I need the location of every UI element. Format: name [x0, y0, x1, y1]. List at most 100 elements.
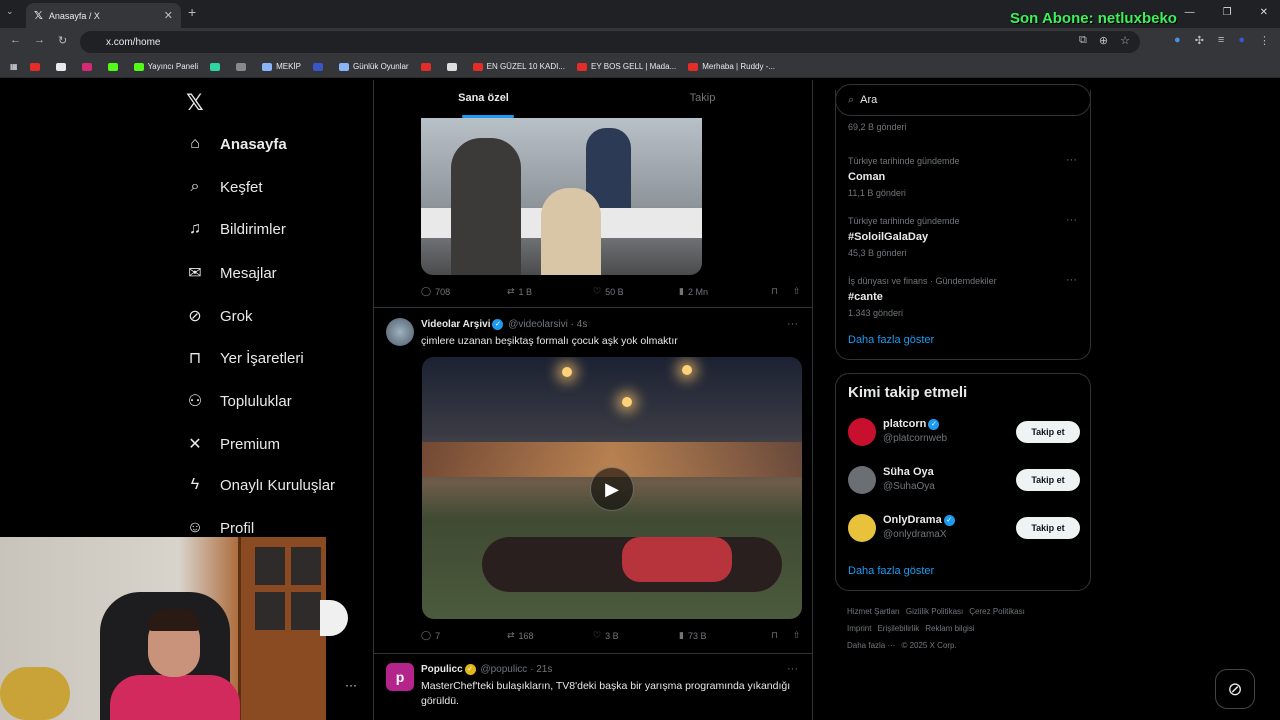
footer-link[interactable]: Hizmet Şartları — [847, 607, 900, 616]
footer-link[interactable]: Erişilebilirlik — [877, 624, 919, 633]
like-button[interactable]: ♡ 3 B — [593, 630, 679, 641]
bookmark-item[interactable] — [55, 62, 70, 71]
bookmark-item[interactable] — [313, 62, 327, 71]
bookmark-icon[interactable]: ⊓ — [771, 630, 793, 641]
back-icon[interactable]: ← — [10, 34, 21, 46]
avatar[interactable] — [386, 318, 414, 346]
bookmark-item[interactable]: EY BOS GELL | Mada... — [577, 62, 676, 71]
follow-suggestion[interactable]: platcorn ✓ @platcornweb Takip et — [848, 418, 1080, 448]
tab-following[interactable]: Takip — [593, 80, 812, 118]
footer-link[interactable]: Gizlilik Politikası — [906, 607, 963, 616]
footer-link[interactable]: Çerez Politikası — [969, 607, 1025, 616]
suggestion-name[interactable]: OnlyDrama ✓ — [883, 514, 957, 526]
nav-item-lightning[interactable]: ϟ Onaylı Kuruluşlar — [186, 476, 335, 494]
apps-icon[interactable]: ▦ — [10, 62, 18, 71]
more-options-icon[interactable]: ··· — [787, 318, 798, 330]
minimize-icon[interactable]: — — [1185, 7, 1195, 18]
cast-icon[interactable]: ⧉ — [1079, 34, 1087, 47]
footer-link[interactable]: Daha fazla ··· — [847, 641, 895, 650]
nav-item-mail[interactable]: ✉ Mesajlar — [186, 263, 276, 283]
reload-icon[interactable]: ↻ — [58, 34, 67, 47]
menu-icon[interactable]: ⋮ — [1259, 34, 1270, 47]
bookmark-item[interactable] — [29, 62, 44, 71]
bookmark-item[interactable]: EN GÜZEL 10 KADI... — [472, 62, 565, 71]
tweet-video[interactable]: ▶ — [422, 357, 802, 619]
avatar[interactable] — [848, 466, 876, 494]
close-tab-icon[interactable]: ✕ — [164, 9, 173, 22]
extension-blue-icon[interactable]: ● — [1174, 34, 1181, 47]
tab-for-you[interactable]: Sana özel — [374, 80, 593, 118]
nav-item-grok[interactable]: ⊘ Grok — [186, 306, 252, 326]
views-button[interactable]: ▮ 73 B — [679, 630, 771, 641]
bookmark-item[interactable]: Yayıncı Paneli — [133, 62, 198, 71]
browser-tab[interactable]: 𝕏 Anasayfa / X ✕ — [26, 3, 181, 28]
avatar[interactable] — [848, 514, 876, 542]
reply-button[interactable]: ◯ 7 — [421, 630, 507, 641]
author-handle[interactable]: @populicc — [480, 664, 527, 675]
retweet-button[interactable]: ⇄ 1 B — [507, 286, 593, 297]
address-bar[interactable]: x.com/home — [80, 31, 1140, 53]
bookmark-item[interactable] — [107, 62, 122, 71]
nav-item-profile[interactable]: ☺ Profil — [186, 519, 254, 537]
suggestion-name[interactable]: Süha Oya — [883, 466, 934, 478]
share-icon[interactable]: ⇧ — [793, 286, 801, 297]
tweet-image[interactable] — [421, 118, 702, 275]
show-more-link[interactable]: Daha fazla göster — [848, 565, 934, 577]
puzzle-icon[interactable]: ✣ — [1195, 34, 1204, 47]
trend-name[interactable]: #SoloilGalaDay — [848, 231, 928, 243]
forward-icon[interactable]: → — [34, 34, 45, 46]
nav-item-bell[interactable]: ♫ Bildirimler — [186, 220, 286, 238]
bookmark-icon[interactable]: ⊓ — [771, 286, 793, 297]
avatar[interactable]: p — [386, 663, 414, 691]
bookmark-item[interactable] — [210, 62, 224, 71]
nav-item-x-premium[interactable]: ✕ Premium — [186, 434, 280, 454]
author-handle[interactable]: @videolarsivi — [508, 319, 568, 330]
trend-more-icon[interactable]: ··· — [1066, 274, 1077, 286]
follow-button[interactable]: Takip et — [1016, 517, 1080, 539]
retweet-button[interactable]: ⇄ 168 — [507, 630, 593, 641]
bookmark-item[interactable] — [81, 62, 96, 71]
share-icon[interactable]: ⇧ — [793, 630, 801, 641]
nav-item-search[interactable]: ⌕ Keşfet — [186, 178, 263, 196]
more-options-icon[interactable]: ··· — [787, 663, 798, 675]
footer-link[interactable]: © 2025 X Corp. — [901, 641, 956, 650]
avatar[interactable] — [848, 418, 876, 446]
reply-button[interactable]: ◯ 708 — [421, 286, 507, 297]
follow-button[interactable]: Takip et — [1016, 421, 1080, 443]
bookmark-item[interactable]: Merhaba | Ruddy -... — [688, 62, 775, 71]
media-icon[interactable]: ≡ — [1218, 34, 1224, 47]
play-icon[interactable]: ▶ — [590, 467, 634, 511]
new-tab-icon[interactable]: + — [188, 4, 196, 20]
profile-avatar-icon[interactable]: ● — [1238, 34, 1245, 47]
views-button[interactable]: ▮ 2 Mn — [679, 286, 771, 297]
restore-icon[interactable]: ❐ — [1223, 7, 1232, 18]
account-more-icon[interactable]: ··· — [345, 678, 357, 692]
nav-item-bookmark[interactable]: ⊓ Yer İşaretleri — [186, 348, 304, 368]
bookmark-item[interactable] — [420, 62, 435, 71]
trend-name[interactable]: Coman — [848, 171, 885, 183]
bookmark-item[interactable] — [446, 62, 461, 71]
trend-name[interactable]: #cante — [848, 291, 883, 303]
tab-search-icon[interactable]: ⌄ — [6, 6, 14, 17]
search-input[interactable]: ⌕ Ara — [835, 84, 1091, 116]
close-window-icon[interactable]: ✕ — [1260, 7, 1268, 18]
bookmark-item[interactable]: Günlük Oyunlar — [339, 62, 409, 71]
bookmark-item[interactable]: MEKİP — [262, 62, 301, 71]
follow-button[interactable]: Takip et — [1016, 469, 1080, 491]
follow-suggestion[interactable]: Süha Oya @SuhaOya Takip et — [848, 466, 1080, 496]
trend-more-icon[interactable]: ··· — [1066, 154, 1077, 166]
footer-link[interactable]: Imprint — [847, 624, 871, 633]
trend-more-icon[interactable]: ··· — [1066, 214, 1077, 226]
grok-floating-icon[interactable]: ⊘ — [1215, 669, 1255, 709]
zoom-icon[interactable]: ⊕ — [1099, 34, 1108, 47]
footer-link[interactable]: Reklam bilgisi — [925, 624, 974, 633]
x-logo-icon[interactable]: 𝕏 — [186, 90, 204, 116]
author-name[interactable]: Videolar Arşivi — [421, 319, 490, 330]
star-icon[interactable]: ☆ — [1120, 34, 1130, 47]
nav-item-home[interactable]: ⌂ Anasayfa — [186, 135, 287, 153]
follow-suggestion[interactable]: OnlyDrama ✓ @onlydramaX Takip et — [848, 514, 1080, 544]
bookmark-item[interactable] — [236, 62, 250, 71]
show-more-link[interactable]: Daha fazla göster — [848, 334, 934, 346]
like-button[interactable]: ♡ 50 B — [593, 286, 679, 297]
nav-item-communities[interactable]: ⚇ Topluluklar — [186, 391, 292, 411]
